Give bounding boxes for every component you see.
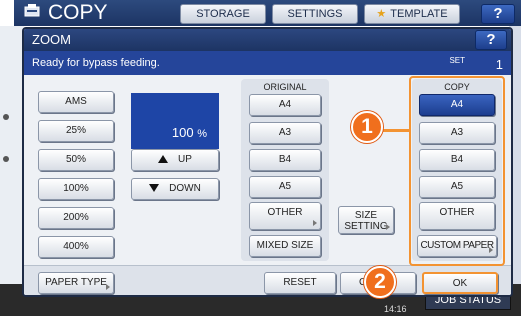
tab-storage-label: STORAGE (196, 8, 250, 20)
button-label: A3 (278, 127, 292, 138)
zoom-title: ZOOM (32, 32, 71, 47)
button-label: 25% (65, 125, 86, 136)
set-count: 1 (495, 57, 503, 72)
chevron-right-icon (313, 220, 317, 226)
zoom-display: 100 % (131, 93, 219, 149)
reset-button[interactable]: RESET (264, 272, 336, 294)
original-size-a4[interactable]: A4 (249, 94, 321, 116)
paper-type-button[interactable]: PAPER TYPE (38, 272, 114, 294)
set-label: SET (449, 56, 465, 65)
help-button[interactable]: ? (475, 30, 507, 50)
indicator-dot (3, 114, 9, 120)
help-label: ? (486, 31, 496, 48)
copy-highlight-box (409, 76, 505, 266)
button-label: 200% (63, 212, 89, 223)
left-strip (0, 26, 24, 286)
star-icon: ★ (376, 8, 387, 20)
button-label: A5 (278, 181, 292, 192)
status-bar: Ready for bypass feeding. SET 1 (24, 51, 511, 75)
zoom-up-button[interactable]: UP (131, 149, 219, 171)
callout-badge-1: 1 (351, 111, 383, 143)
ratio-button-ams[interactable]: AMS (38, 91, 114, 113)
button-label: RESET (283, 277, 317, 288)
button-label: 400% (63, 241, 89, 252)
button-label-line2: SETTING (344, 221, 388, 232)
copy-header: COPY STORAGE SETTINGS ★ TEMPLATE ? (14, 0, 521, 26)
zoom-number: 100 (171, 125, 194, 140)
chevron-right-icon (386, 224, 390, 230)
up-arrow-icon (158, 155, 169, 163)
app-title: COPY (48, 1, 108, 24)
help-button-top[interactable]: ? (481, 4, 515, 24)
ratio-button-400[interactable]: 400% (38, 236, 114, 258)
zoom-value: 100 % (172, 125, 207, 140)
original-other-button[interactable]: OTHER (249, 202, 321, 230)
button-label-line1: SIZE (354, 210, 378, 221)
help-label: ? (493, 5, 503, 22)
ratio-button-200[interactable]: 200% (38, 207, 114, 229)
highlight-connector (382, 129, 410, 132)
screen: COPY STORAGE SETTINGS ★ TEMPLATE ? 14:16 … (0, 0, 521, 316)
size-setting-button[interactable]: SIZE SETTING (338, 206, 394, 234)
zoom-titlebar: ZOOM ? (24, 29, 511, 51)
button-label: OTHER (267, 207, 303, 218)
original-size-b4[interactable]: B4 (249, 149, 321, 171)
zoom-dialog: ZOOM ? Ready for bypass feeding. SET 1 A… (22, 27, 513, 297)
tab-settings-label: SETTINGS (287, 8, 343, 20)
down-label: DOWN (169, 183, 201, 194)
original-label: ORIGINAL (263, 82, 307, 92)
button-label: PAPER TYPE (45, 277, 107, 288)
button-label: 100% (63, 183, 89, 194)
tab-template-label: TEMPLATE (390, 8, 448, 20)
tab-settings[interactable]: SETTINGS (272, 4, 358, 24)
down-arrow-icon (149, 184, 160, 192)
up-label: UP (178, 154, 192, 165)
button-label: A4 (278, 99, 292, 110)
original-size-a3[interactable]: A3 (249, 122, 321, 144)
tab-storage[interactable]: STORAGE (180, 4, 266, 24)
callout-badge-2: 2 (364, 266, 396, 298)
button-label: AMS (65, 96, 87, 107)
status-message: Ready for bypass feeding. (32, 57, 160, 69)
button-label: MIXED SIZE (256, 240, 314, 251)
clock: 14:16 (384, 304, 407, 314)
chevron-right-icon (106, 284, 110, 290)
ratio-button-100[interactable]: 100% (38, 178, 114, 200)
button-label: 50% (65, 154, 86, 165)
ok-button[interactable]: OK (422, 272, 498, 294)
zoom-unit: % (197, 128, 207, 140)
button-label: OK (452, 278, 468, 289)
zoom-down-button[interactable]: DOWN (131, 178, 219, 200)
indicator-dot (3, 156, 9, 162)
copier-icon (24, 4, 40, 17)
ratio-button-50[interactable]: 50% (38, 149, 114, 171)
tab-template[interactable]: ★ TEMPLATE (364, 4, 460, 24)
ratio-button-25[interactable]: 25% (38, 120, 114, 142)
original-size-a5[interactable]: A5 (249, 176, 321, 198)
mixed-size-button[interactable]: MIXED SIZE (249, 235, 321, 257)
button-label: B4 (278, 154, 292, 165)
